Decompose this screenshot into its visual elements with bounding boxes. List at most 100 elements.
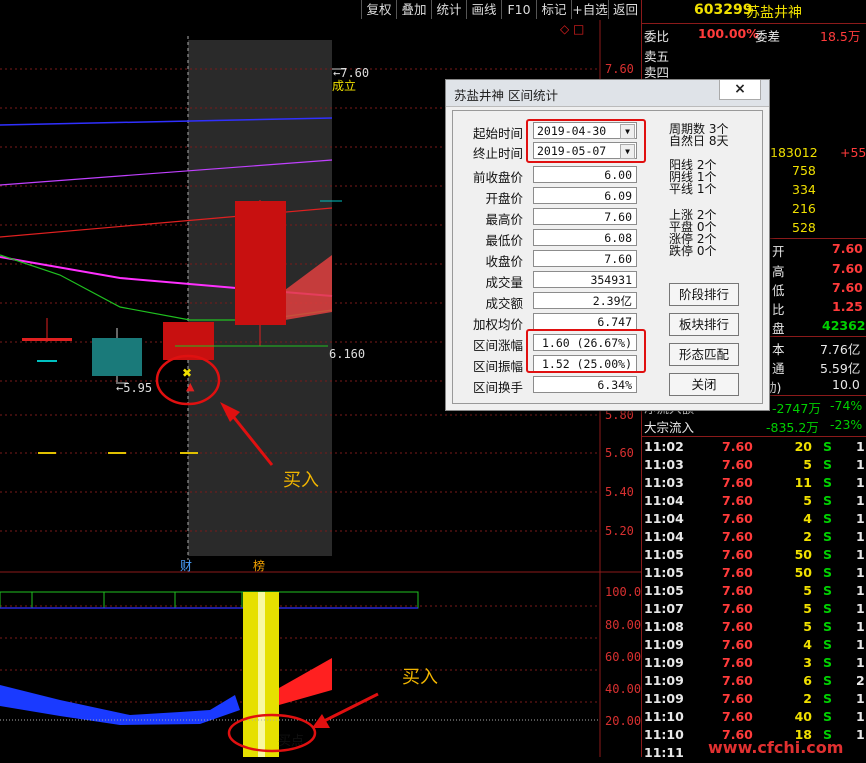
tick-price: 7.60 [722,709,753,724]
stock-header: 603299 苏盐井神 [642,2,866,22]
close-button[interactable]: 关闭 [669,373,739,396]
buy-annotation-2: 买入 [402,667,438,688]
field-label: 收盘价 [485,254,523,269]
field-value: 6.00 [533,166,637,183]
tick-row: 11:09 7.60 2 S 1 [642,691,866,709]
diamond-icon[interactable]: ◇ □ [560,22,584,36]
tick-side: S [823,511,833,526]
candle-4 [163,322,214,360]
date-highlight [526,119,646,163]
back-button[interactable]: 返回 [608,0,642,19]
tick-vol: 5 [803,457,812,472]
tick-time: 11:09 [644,673,684,688]
osc-label: 20.00 [605,714,642,728]
tick-vol: 5 [803,601,812,616]
tick-time: 11:11 [644,745,684,760]
osc-label: 80.00 [605,618,642,632]
tick-row: 11:03 7.60 11 S 1 [642,475,866,493]
osc-label: 40.00 [605,682,642,696]
tick-time: 11:03 [644,457,684,472]
field-value: 354931 [533,271,637,288]
volume-value: 528 [792,220,816,235]
tick-time: 11:10 [644,727,684,742]
tick-row: 11:04 7.60 4 S 1 [642,511,866,529]
sell4-row: 卖四 [644,65,670,80]
stock-name: 苏盐井神 [746,5,802,21]
close-icon[interactable]: × [719,80,761,100]
tick-vol: 3 [803,655,812,670]
tick-n: 1 [856,565,865,580]
tick-row: 11:05 7.60 5 S 1 [642,583,866,601]
tick-n: 1 [856,583,865,598]
dialog-title: 苏盐井神 区间统计 [454,88,558,103]
tick-row: 11:07 7.60 5 S 1 [642,601,866,619]
f10-button[interactable]: F10 [501,0,536,19]
osc-blue-area [0,685,240,725]
tick-row: 11:04 7.60 5 S 1 [642,493,866,511]
volume-value: 758 [792,163,816,178]
rank-tag[interactable]: 榜 [253,557,265,574]
tick-row: 11:09 7.60 6 S 2 [642,673,866,691]
tick-row: 11:09 7.60 4 S 1 [642,637,866,655]
up-arrow-icon: ▲ [186,380,195,393]
buy-point-label: 买点 [278,734,305,749]
field-label: 区间换手 [472,380,523,395]
candle-3 [92,338,142,376]
tick-n: 1 [856,637,865,652]
weibi-row: 委比 100.00% 委差 18.5万 [644,26,861,44]
start-time-label: 起始时间 [472,126,523,141]
tick-side: S [823,691,833,706]
field-value: 6.747 [533,313,637,330]
tick-price: 7.60 [722,619,753,634]
stock-code: 603299 [694,2,753,18]
tick-row: 11:03 7.60 5 S 1 [642,457,866,475]
tick-row: 11:05 7.60 50 S 1 [642,565,866,583]
tick-price: 7.60 [722,475,753,490]
dialog-title-bar[interactable]: 苏盐井神 区间统计 × [446,80,769,107]
field-label: 加权均价 [472,317,523,332]
tick-side: S [823,673,833,688]
tick-vol: 20 [794,439,812,454]
tick-time: 11:05 [644,583,684,598]
buy-marker-icon: ✖ [182,366,192,380]
tick-price: 7.60 [722,511,753,526]
tick-vol: 2 [803,529,812,544]
range-stats-dialog: 苏盐井神 区间统计 × 起始时间 2019-04-30 ▼ 终止时间 2019-0… [445,79,770,411]
osc-red-area [279,658,332,705]
tick-side: S [823,655,833,670]
stage-rank-button[interactable]: 阶段排行 [669,283,739,306]
price-label: 7.60 [605,62,634,76]
field-label: 最高价 [485,212,523,227]
tick-vol: 11 [794,475,812,490]
tick-time: 11:03 [644,475,684,490]
field-label: 最低价 [485,233,523,248]
tick-time: 11:09 [644,637,684,652]
tick-vol: 50 [794,547,812,562]
limit-down-count: 跌停 0个 [669,244,717,258]
tick-time: 11:10 [644,709,684,724]
natural-days: 自然日 8天 [669,134,729,148]
pattern-match-button[interactable]: 形态匹配 [669,343,739,366]
tick-n: 2 [856,673,865,688]
add-watchlist-button[interactable]: +自选 [571,0,608,19]
tick-vol: 4 [803,637,812,652]
tick-n: 1 [856,619,865,634]
overlay-button[interactable]: 叠加 [396,0,431,19]
draw-line-button[interactable]: 画线 [466,0,501,19]
candle-1 [22,338,72,341]
tick-price: 7.60 [722,637,753,652]
stats-button[interactable]: 统计 [431,0,466,19]
buy-annotation-1: 买入 [283,470,319,491]
field-label: 开盘价 [485,191,523,206]
tick-side: S [823,583,833,598]
finance-tag[interactable]: 财 [180,557,192,574]
mark-button[interactable]: 标记 [536,0,571,19]
sector-rank-button[interactable]: 板块排行 [669,313,739,336]
tick-time: 11:09 [644,691,684,706]
tick-side: S [823,457,833,472]
price-label: 5.20 [605,524,634,538]
tick-price: 7.60 [722,691,753,706]
tick-n: 1 [856,547,865,562]
fuquan-button[interactable]: 复权 [361,0,396,19]
tick-vol: 50 [794,565,812,580]
